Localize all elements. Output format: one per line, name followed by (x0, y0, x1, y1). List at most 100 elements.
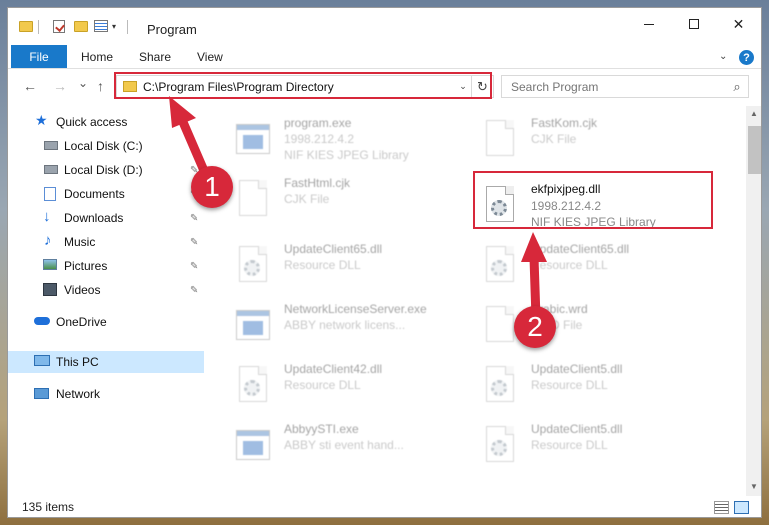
file-name: UpdateClient5.dll (531, 362, 623, 376)
annotation-badge-1: 1 (191, 166, 233, 208)
sidebar-item-videos[interactable]: Videos ✎ (8, 279, 204, 301)
dll-icon (483, 424, 517, 464)
file-type: CJK File (284, 192, 330, 206)
search-box[interactable]: ⌕ (501, 75, 749, 98)
file-type: ABBY sti event hand... (284, 438, 404, 452)
vertical-scrollbar[interactable]: ▲ ▼ (746, 106, 761, 496)
file-type: Resource DLL (284, 378, 361, 392)
file-name: FastKom.cjk (531, 116, 598, 130)
file-item[interactable]: NetworkLicenseServer.exe ABBY network li… (236, 300, 476, 356)
file-type: CJK File (531, 132, 577, 146)
pin-icon: ✎ (190, 140, 199, 152)
help-icon[interactable]: ? (739, 50, 754, 65)
quick-access-divider (38, 20, 39, 34)
forward-arrow-icon[interactable]: → (53, 78, 67, 94)
file-icon (483, 118, 517, 158)
sidebar-item-label: This PC (56, 355, 99, 369)
file-version: 1998.212.4.2 (284, 132, 355, 146)
annotation-badge-2: 2 (514, 306, 556, 348)
star-icon: ★ (35, 112, 48, 128)
sidebar-item-label: OneDrive (56, 315, 107, 329)
file-item[interactable]: UpdateClient5.dll Resource DLL (483, 360, 723, 416)
dll-icon (483, 244, 517, 284)
file-icon (236, 178, 270, 218)
tab-file[interactable]: File (11, 45, 67, 68)
scroll-up-icon[interactable]: ▲ (750, 109, 758, 118)
sidebar-item-label: Network (56, 387, 101, 401)
item-count: 135 items (22, 500, 75, 514)
sidebar-item-label: Quick access (56, 115, 128, 129)
file-name: UpdateClient5.dll (531, 422, 623, 436)
exe-icon (236, 424, 270, 464)
sidebar-item-downloads[interactable]: ↓ Downloads ✎ (8, 207, 204, 229)
sidebar-item-network[interactable]: Network (8, 383, 204, 405)
recent-locations-icon[interactable]: ⌄ (78, 76, 88, 90)
sidebar-item-local-disk-d[interactable]: Local Disk (D:) ✎ (8, 159, 204, 181)
sidebar-item-pictures[interactable]: Pictures ✎ (8, 255, 204, 277)
file-item[interactable]: AbbyySTI.exe ABBY sti event hand... (236, 420, 476, 476)
file-name: UpdateClient65.dll (531, 242, 630, 256)
sidebar-item-label: Videos (64, 283, 101, 297)
sidebar-item-local-disk-c[interactable]: Local Disk (C:) ✎ (8, 135, 204, 157)
file-item[interactable]: FastHtml.cjk CJK File (236, 174, 476, 230)
sidebar-item-this-pc[interactable]: This PC (8, 351, 204, 373)
music-icon: ♪ (44, 232, 52, 249)
videos-icon (43, 283, 57, 296)
sidebar-item-documents[interactable]: Documents ✎ (8, 183, 204, 205)
file-item[interactable]: program.exe 1998.212.4.2 NIF KIES JPEG L… (236, 114, 476, 170)
search-icon[interactable]: ⌕ (726, 79, 748, 95)
file-item[interactable]: UpdateClient42.dll Resource DLL (236, 360, 476, 416)
maximize-icon (688, 19, 699, 29)
title-divider (127, 20, 128, 34)
pin-icon: ✎ (190, 260, 199, 272)
file-type: Resource DLL (284, 258, 361, 272)
sidebar-item-onedrive[interactable]: OneDrive (8, 311, 204, 333)
sidebar-item-label: Music (64, 235, 96, 249)
sidebar-item-music[interactable]: ♪ Music ✎ (8, 231, 204, 253)
file-type: Resource DLL (531, 258, 608, 272)
navigation-pane: ★ Quick access Local Disk (C:) ✎ Local D… (8, 106, 204, 496)
window-title: Program (147, 22, 197, 37)
dll-file-highlight (473, 171, 713, 229)
tab-home[interactable]: Home (81, 50, 113, 64)
file-item[interactable]: UpdateClient65.dll Resource DLL (483, 240, 723, 296)
maximize-button[interactable] (671, 8, 716, 40)
scrollbar-thumb[interactable] (748, 126, 761, 174)
sidebar-item-quick-access[interactable]: ★ Quick access (8, 111, 204, 133)
ribbon-tabs: File Home Share View ⌄ ? (8, 45, 761, 69)
tab-view[interactable]: View (197, 50, 223, 64)
file-item[interactable]: UpdateClient5.dll Resource DLL (483, 420, 723, 476)
status-bar: 135 items (8, 496, 761, 517)
file-type: Resource DLL (531, 378, 608, 392)
pin-icon: ✎ (190, 236, 199, 248)
details-view-icon[interactable] (714, 501, 729, 514)
properties-check-icon[interactable] (53, 20, 65, 33)
file-item[interactable]: UpdateClient65.dll Resource DLL (236, 240, 476, 296)
dll-icon (236, 244, 270, 284)
scroll-down-icon[interactable]: ▼ (750, 482, 758, 491)
address-bar-highlight (114, 72, 492, 99)
sidebar-item-label: Local Disk (C:) (64, 139, 143, 153)
expand-ribbon-icon[interactable]: ⌄ (719, 51, 727, 62)
up-arrow-icon[interactable]: ↑ (97, 78, 104, 94)
pin-icon: ✎ (190, 212, 199, 224)
new-folder-icon[interactable] (74, 21, 88, 32)
file-list: program.exe 1998.212.4.2 NIF KIES JPEG L… (208, 106, 741, 496)
file-description: NIF KIES JPEG Library (284, 148, 409, 162)
close-button[interactable]: ✕ (716, 8, 761, 40)
sidebar-item-label: Local Disk (D:) (64, 163, 143, 177)
minimize-button[interactable] (626, 8, 671, 40)
quick-access-folder-icon[interactable] (19, 21, 33, 32)
search-input[interactable] (511, 79, 726, 94)
file-icon (483, 304, 517, 344)
quick-access-dropdown-icon[interactable]: ▾ (112, 22, 116, 31)
file-name: UpdateClient65.dll (284, 242, 383, 256)
exe-icon (236, 118, 270, 158)
large-icons-view-icon[interactable] (734, 501, 749, 514)
properties-list-icon[interactable] (94, 20, 108, 32)
sidebar-item-label: Pictures (64, 259, 108, 273)
drive-icon (44, 165, 58, 174)
tab-share[interactable]: Share (139, 50, 171, 64)
back-arrow-icon[interactable]: ← (23, 78, 37, 94)
file-item[interactable]: FastKom.cjk CJK File (483, 114, 723, 170)
